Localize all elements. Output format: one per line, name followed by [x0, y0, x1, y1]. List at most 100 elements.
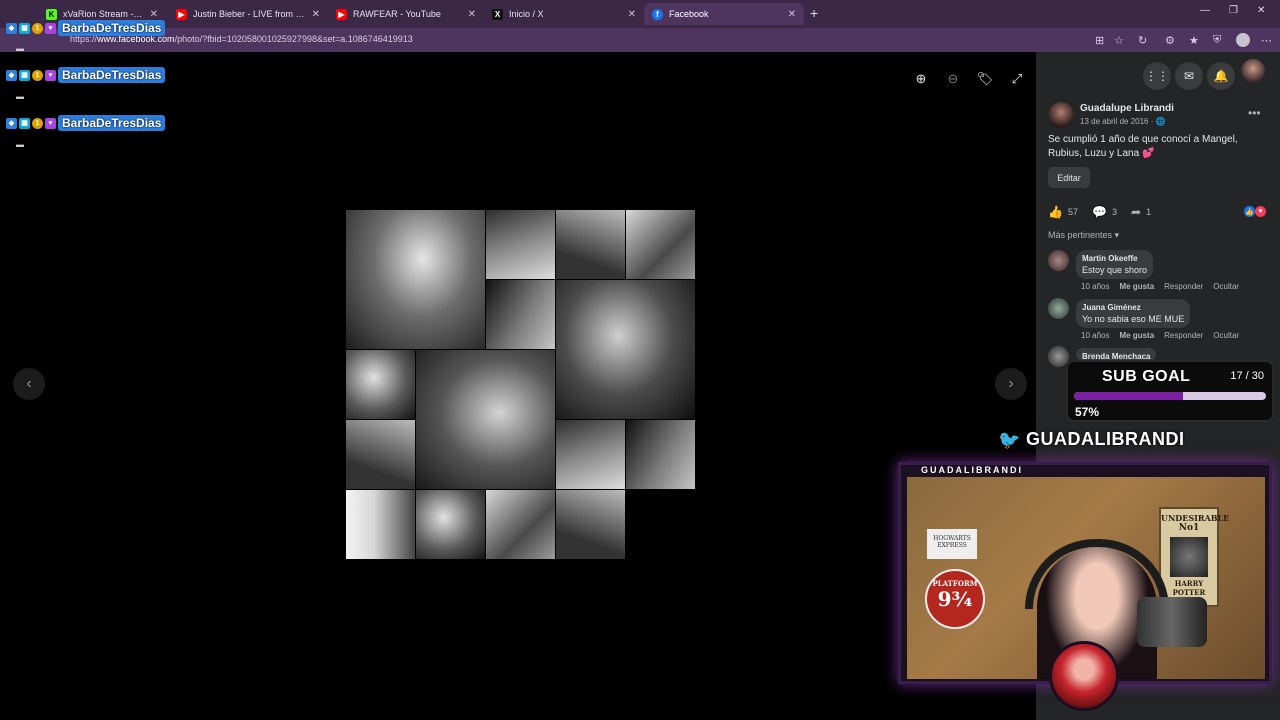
commenter-avatar[interactable]: [1048, 250, 1069, 271]
author-name[interactable]: Guadalupe Librandi: [1080, 103, 1174, 114]
sub-goal-label: SUB GOAL: [1102, 368, 1191, 385]
messenger-icon[interactable]: ✉: [1175, 62, 1203, 90]
zoom-out-icon[interactable]: ⊖: [940, 66, 966, 92]
like-count-value: 57: [1067, 207, 1078, 217]
collage-photo: [556, 420, 625, 489]
notifications-bell-icon[interactable]: 🔔: [1207, 62, 1235, 90]
chat-username: BarbaDeTresDias: [58, 20, 166, 36]
restore-icon[interactable]: ❐: [1229, 5, 1238, 16]
post-date[interactable]: 13 de abril de 2016 · 🌐: [1080, 117, 1166, 126]
collage-photo: [486, 280, 555, 349]
shield-icon[interactable]: ⛨: [1213, 34, 1221, 47]
minimize-icon[interactable]: —: [1200, 5, 1210, 16]
tab-youtube-bieber[interactable]: ▶ Justin Bieber - LIVE from Coachella ✕: [168, 3, 328, 25]
collage-photo: [416, 490, 485, 559]
window-close-icon[interactable]: ✕: [1257, 5, 1265, 16]
facebook-icon: f: [652, 8, 663, 20]
chat-username: BarbaDeTresDias: [58, 115, 166, 131]
refresh-icon[interactable]: ↻: [1138, 34, 1147, 47]
tab-facebook[interactable]: f Facebook ✕: [644, 3, 804, 25]
collage-photo: [486, 490, 555, 559]
comment-bubble: Juana Giménez Yo no sabia eso ME MUE: [1076, 299, 1191, 328]
twitter-bird-icon: 🐦: [998, 429, 1021, 450]
collage-photo: [556, 280, 695, 419]
comment-count[interactable]: 💬 3: [1092, 205, 1117, 219]
collage-photo: [346, 490, 415, 559]
commenter-name[interactable]: Juana Giménez: [1082, 303, 1184, 312]
star-icon[interactable]: ☆: [1114, 34, 1124, 47]
collage-photo: [556, 210, 625, 279]
comment-reply-link[interactable]: Responder: [1164, 331, 1203, 340]
comment-reply-link[interactable]: Responder: [1164, 282, 1203, 291]
badge-icon: 1: [32, 69, 43, 81]
commenter-name[interactable]: Martin Okeeffe: [1082, 254, 1147, 263]
tag-icon[interactable]: 🏷: [972, 66, 998, 92]
webcam-title: GUADALIBRANDI: [921, 465, 1023, 475]
chat-username-overlay: ◆ ▦ 1 ♥ BarbaDeTresDias: [6, 115, 166, 131]
close-icon[interactable]: ✕: [150, 9, 158, 20]
chat-username-overlay: ◆ ▦ 1 ♥ BarbaDeTresDias: [6, 67, 166, 83]
tab-youtube-rawfear[interactable]: ▶ RAWFEAR - YouTube ✕: [328, 3, 484, 25]
comment-text: Estoy que shoro: [1082, 265, 1148, 275]
profile-avatar[interactable]: [1236, 33, 1250, 47]
browser-tab-bar: K xVaRion Stream - Watch Live ✕ ▶ Justin…: [0, 0, 1280, 28]
poster-number: No1: [1178, 523, 1200, 533]
close-icon[interactable]: ✕: [312, 9, 320, 20]
comment-hide-link[interactable]: Ocultar: [1213, 331, 1239, 340]
previous-photo-button[interactable]: ‹: [13, 368, 45, 400]
sub-goal-percent: 57%: [1075, 405, 1100, 419]
favorites-icon[interactable]: ★: [1189, 34, 1199, 47]
close-icon[interactable]: ✕: [788, 9, 796, 20]
account-avatar[interactable]: [1241, 59, 1265, 83]
fullscreen-icon[interactable]: ⤢: [1004, 66, 1030, 92]
commenter-avatar[interactable]: [1048, 298, 1069, 319]
comment-sort-dropdown[interactable]: Más pertinentes ▾: [1048, 230, 1119, 241]
edit-button[interactable]: Editar: [1048, 167, 1090, 188]
collage-photo: [626, 210, 695, 279]
chat-username: BarbaDeTresDias: [58, 67, 166, 83]
address-bar[interactable]: https://www.facebook.com/photo/?fbid=102…: [0, 28, 1280, 52]
badge-icon: ♥: [45, 117, 56, 129]
badge-icon: 1: [32, 117, 43, 129]
comment-like-link[interactable]: Me gusta: [1119, 331, 1154, 340]
close-icon[interactable]: ✕: [468, 9, 476, 20]
poster-heading: UNDESIRABLE: [1161, 513, 1230, 523]
chat-username-overlay: ◆ ▦ 1 ♥ BarbaDeTresDias: [6, 20, 166, 36]
chat-emote-icon: ▬: [16, 44, 24, 53]
collage-photo: [346, 420, 415, 489]
badge-icon: ▦: [19, 22, 30, 34]
tab-title: Inicio / X: [509, 9, 544, 19]
tab-x[interactable]: X Inicio / X ✕: [484, 3, 644, 25]
collage-photo: [626, 420, 695, 489]
streamer-avatar-logo: [1049, 641, 1119, 711]
menu-grid-icon[interactable]: ⋮⋮: [1143, 62, 1171, 90]
sub-goal-progress-track: [1074, 392, 1266, 400]
zoom-in-icon[interactable]: ⊕: [908, 66, 934, 92]
like-count[interactable]: 👍 57: [1048, 205, 1078, 219]
close-icon[interactable]: ✕: [628, 9, 636, 20]
share-count[interactable]: ➦ 1: [1131, 205, 1151, 219]
twitter-handle-overlay: 🐦 GUADALIBRANDI: [998, 429, 1185, 450]
next-photo-button[interactable]: ›: [995, 368, 1027, 400]
post-date-text: 13 de abril de 2016 ·: [1080, 117, 1156, 126]
comment-age: 10 años: [1081, 331, 1110, 340]
post-options-icon[interactable]: •••: [1248, 106, 1261, 120]
sub-goal-progress-fill: [1074, 392, 1184, 400]
badge-icon: ◆: [6, 117, 17, 129]
tab-title: RAWFEAR - YouTube: [353, 9, 441, 19]
split-screen-icon[interactable]: ⊞: [1095, 34, 1104, 47]
hogwarts-sign-text: HOGWARTS EXPRESS: [933, 535, 971, 549]
badge-icon: ◆: [6, 69, 17, 81]
new-tab-button[interactable]: +: [810, 5, 818, 21]
comment-hide-link[interactable]: Ocultar: [1213, 282, 1239, 291]
badge-icon: ♥: [45, 69, 56, 81]
tab-title: Justin Bieber - LIVE from Coachella: [193, 9, 306, 19]
extensions-icon[interactable]: ⚙: [1165, 34, 1175, 47]
comment-like-link[interactable]: Me gusta: [1119, 282, 1154, 291]
comment-icon: 💬: [1092, 205, 1107, 219]
globe-icon: 🌐: [1155, 117, 1166, 126]
like-icon: 👍: [1048, 205, 1063, 219]
author-avatar[interactable]: [1048, 102, 1074, 128]
more-menu-icon[interactable]: ⋯: [1261, 34, 1272, 47]
platform-number: 9¾: [937, 587, 973, 611]
